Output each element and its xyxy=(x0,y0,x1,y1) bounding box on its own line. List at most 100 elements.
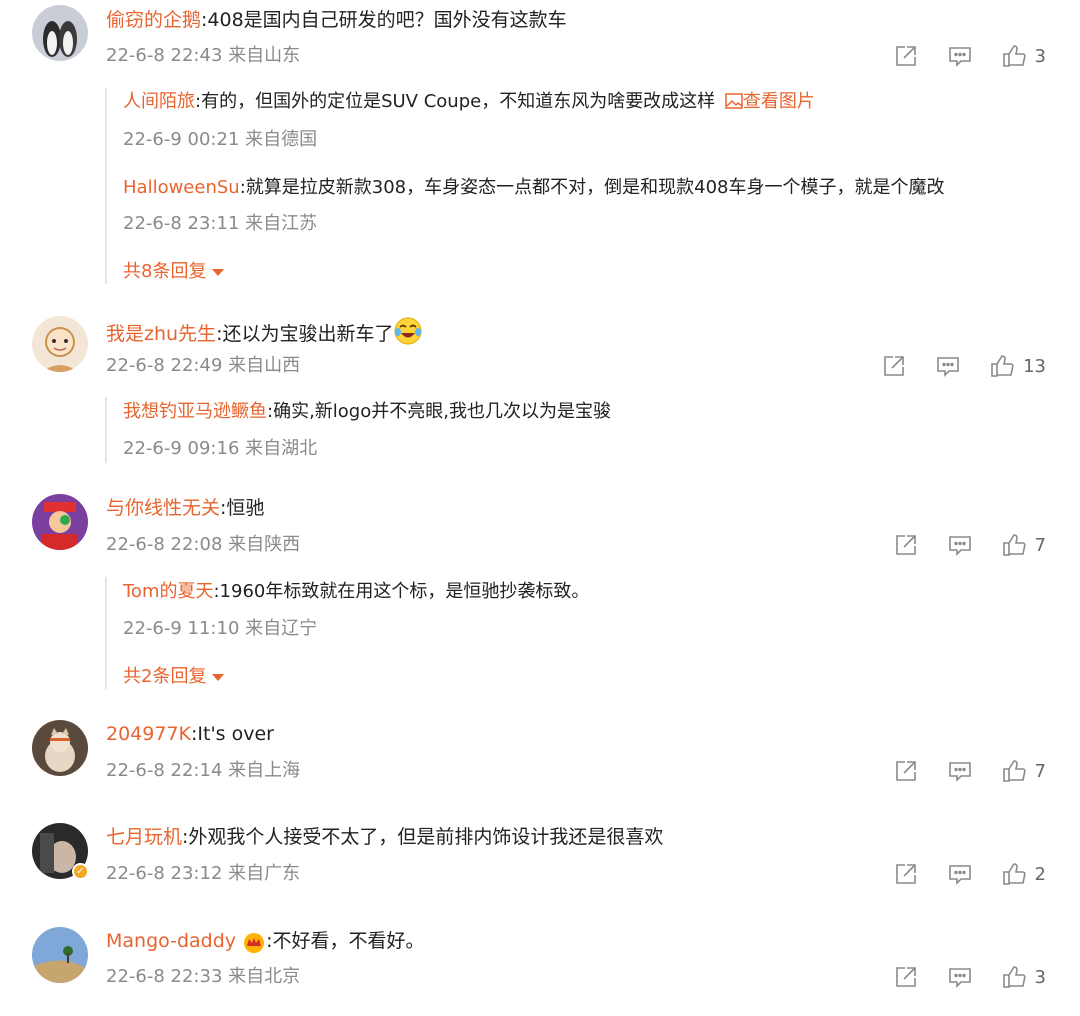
reply-text: :1960年标致就在用这个标，是恒驰抄袭标致。 xyxy=(213,581,590,602)
comment-icon xyxy=(948,762,971,782)
like-icon xyxy=(1002,863,1026,885)
like-button[interactable]: 13 xyxy=(989,353,1046,379)
username-link[interactable]: 偷窃的企鹅 xyxy=(106,9,201,31)
like-count: 7 xyxy=(1034,760,1046,782)
reply-text: :确实,新logo并不亮眼,我也几次以为是宝骏 xyxy=(267,401,611,422)
like-button[interactable]: 3 xyxy=(1001,43,1046,69)
avatar[interactable] xyxy=(32,720,88,776)
comment-actions: 13 xyxy=(881,352,1046,380)
comment-actions: 2 xyxy=(893,860,1046,888)
laughing-emoji-icon xyxy=(394,317,422,345)
comment-button[interactable] xyxy=(947,758,973,784)
like-count: 3 xyxy=(1034,45,1046,67)
expand-replies-link[interactable]: 共8条回复 xyxy=(123,260,225,284)
like-count: 2 xyxy=(1034,863,1046,885)
comment-actions: 7 xyxy=(893,757,1046,785)
like-count: 13 xyxy=(1023,355,1046,377)
comment-text-line: 我是zhu先生:还以为宝骏出新车了 xyxy=(106,316,423,346)
share-icon xyxy=(895,864,916,884)
comment-button[interactable] xyxy=(947,43,973,69)
share-icon xyxy=(895,46,916,66)
comment-button[interactable] xyxy=(935,353,961,379)
like-button[interactable]: 7 xyxy=(1001,532,1046,558)
verified-badge-icon: ✓ xyxy=(72,863,89,880)
comment-text-line: 204977K:It's over xyxy=(106,722,274,746)
reply-thread: 人间陌旅:有的，但国外的定位是SUV Coupe，不知道东风为啥要改成这样 查看… xyxy=(105,88,944,284)
like-icon xyxy=(1002,45,1026,67)
like-button[interactable]: 7 xyxy=(1001,758,1046,784)
comment-text-line: Mango-daddy :不好看，不看好。 xyxy=(106,929,425,953)
username-link[interactable]: 我是zhu先生 xyxy=(106,323,216,345)
username-link[interactable]: 204977K xyxy=(106,723,191,745)
share-icon xyxy=(895,967,916,987)
comment-text: :还以为宝骏出新车了 xyxy=(216,323,394,345)
username-link[interactable]: 我想钓亚马逊鳜鱼 xyxy=(123,401,267,422)
comment-meta: 22-6-8 22:08 来自陕西 xyxy=(106,534,301,555)
avatar[interactable] xyxy=(32,494,88,550)
username-link[interactable]: 与你线性无关 xyxy=(106,497,220,519)
comment-text: :不好看，不看好。 xyxy=(266,930,425,952)
like-count: 7 xyxy=(1034,534,1046,556)
username-link[interactable]: Tom的夏天 xyxy=(123,581,213,602)
image-icon xyxy=(725,93,743,109)
reply-text: :就算是拉皮新款308，车身姿态一点都不对，倒是和现款408车身一个模子，就是个… xyxy=(239,177,945,198)
reply-thread: 我想钓亚马逊鳜鱼:确实,新logo并不亮眼,我也几次以为是宝骏 22-6-9 0… xyxy=(105,397,611,463)
comment-text: :408是国内自己研发的吧？国外没有这款车 xyxy=(201,9,567,31)
share-button[interactable] xyxy=(893,43,919,69)
comment-text-line: 七月玩机:外观我个人接受不太了，但是前排内饰设计我还是很喜欢 xyxy=(106,825,663,849)
comment-meta: 22-6-8 22:43 来自山东 xyxy=(106,45,301,66)
like-icon xyxy=(991,355,1014,377)
expand-replies-link[interactable]: 共2条回复 xyxy=(123,665,225,689)
reply-text-line: 我想钓亚马逊鳜鱼:确实,新logo并不亮眼,我也几次以为是宝骏 xyxy=(123,400,611,424)
like-icon xyxy=(1002,534,1026,556)
reply-meta: 22-6-9 11:10 来自辽宁 xyxy=(123,618,318,639)
comment-meta: 22-6-8 22:14 来自上海 xyxy=(106,760,301,781)
avatar[interactable] xyxy=(32,316,88,372)
username-link[interactable]: HalloweenSu xyxy=(123,177,240,198)
comment-button[interactable] xyxy=(947,861,973,887)
avatar[interactable] xyxy=(32,927,88,983)
username-link[interactable]: 人间陌旅 xyxy=(123,91,195,112)
view-image-link[interactable]: 查看图片 xyxy=(721,91,815,112)
crown-icon xyxy=(244,933,265,953)
like-button[interactable]: 3 xyxy=(1001,964,1046,990)
share-button[interactable] xyxy=(893,861,919,887)
caret-down-icon xyxy=(212,673,225,681)
reply-meta: 22-6-9 00:21 来自德国 xyxy=(123,129,318,150)
comment-button[interactable] xyxy=(947,964,973,990)
share-button[interactable] xyxy=(893,758,919,784)
comment-actions: 3 xyxy=(893,42,1046,70)
comment-icon xyxy=(948,865,971,885)
share-icon xyxy=(895,761,916,781)
like-button[interactable]: 2 xyxy=(1001,861,1046,887)
comment-button[interactable] xyxy=(947,532,973,558)
comment-text: :It's over xyxy=(191,723,274,745)
comment-icon xyxy=(937,357,959,377)
comment-text-line: 与你线性无关:恒驰 xyxy=(106,496,264,520)
like-count: 3 xyxy=(1034,966,1046,988)
reply-text-line: Tom的夏天:1960年标致就在用这个标，是恒驰抄袭标致。 xyxy=(123,580,589,604)
comment-actions: 7 xyxy=(893,531,1046,559)
comment-text-line: 偷窃的企鹅:408是国内自己研发的吧？国外没有这款车 xyxy=(106,8,567,32)
share-icon xyxy=(895,535,916,555)
username-link[interactable]: Mango-daddy xyxy=(106,930,236,952)
comment-meta: 22-6-8 23:12 来自广东 xyxy=(106,863,301,884)
like-icon xyxy=(1002,966,1026,988)
comment-meta: 22-6-8 22:33 来自北京 xyxy=(106,966,301,987)
caret-down-icon xyxy=(212,268,225,276)
comment-meta: 22-6-8 22:49 来自山西 xyxy=(106,355,301,376)
share-icon xyxy=(884,356,904,376)
share-button[interactable] xyxy=(893,964,919,990)
comment-icon xyxy=(948,968,971,988)
share-button[interactable] xyxy=(893,532,919,558)
share-button[interactable] xyxy=(881,353,907,379)
username-link[interactable]: 七月玩机 xyxy=(106,826,182,848)
comment-actions: 3 xyxy=(893,963,1046,991)
reply-meta: 22-6-8 23:11 来自江苏 xyxy=(123,213,318,234)
comment-text: :恒驰 xyxy=(220,497,265,519)
reply-thread: Tom的夏天:1960年标致就在用这个标，是恒驰抄袭标致。 22-6-9 11:… xyxy=(105,577,589,689)
comment-icon xyxy=(948,536,971,556)
reply-text: :有的，但国外的定位是SUV Coupe，不知道东风为啥要改成这样 xyxy=(195,91,716,112)
like-icon xyxy=(1002,760,1026,782)
avatar[interactable] xyxy=(32,5,88,61)
